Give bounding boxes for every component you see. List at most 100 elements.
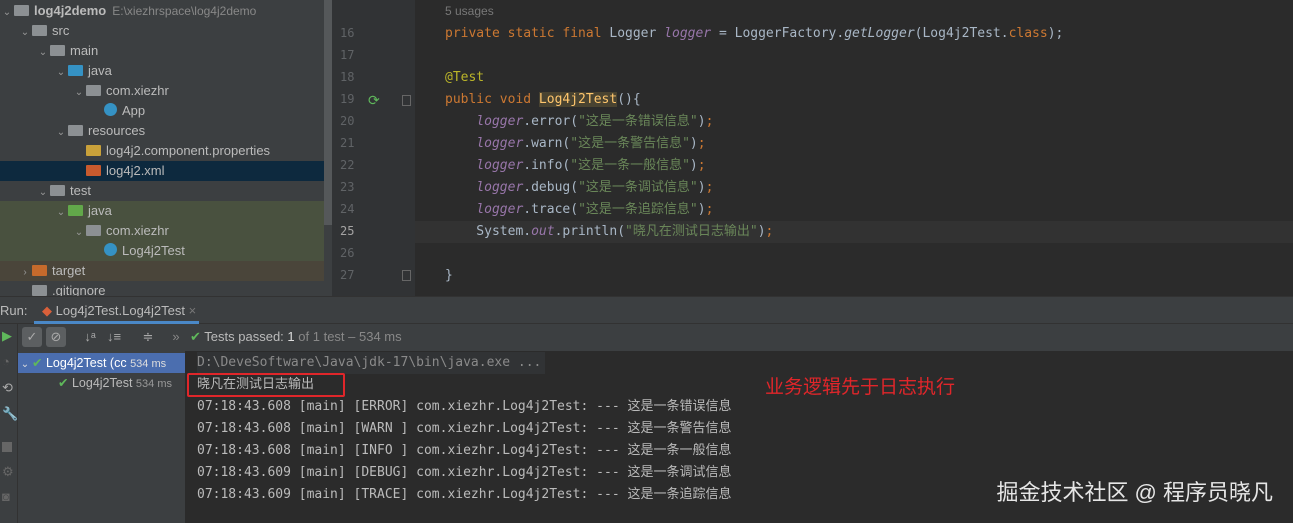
- rerun-failed-icon[interactable]: ◔: [2, 354, 10, 369]
- code-line[interactable]: }: [445, 265, 453, 287]
- line-number: 20: [340, 114, 355, 128]
- fold-icon[interactable]: [402, 95, 411, 106]
- chevron-down-icon[interactable]: ⌄: [18, 23, 32, 43]
- tree-item-label: App: [122, 103, 146, 118]
- show-ignored-icon[interactable]: ⊘: [46, 327, 66, 347]
- status-prefix: Tests passed:: [204, 329, 284, 344]
- code-token: ): [697, 202, 706, 217]
- close-icon[interactable]: ×: [189, 303, 197, 318]
- expand-all-icon[interactable]: ≑: [138, 327, 158, 347]
- test-folder-icon: [68, 205, 83, 216]
- code-line[interactable]: logger.error("这是一条错误信息");: [445, 111, 713, 133]
- fold-icon[interactable]: [402, 270, 411, 281]
- java-class-icon: [104, 103, 117, 116]
- tree-item[interactable]: › target: [0, 261, 324, 281]
- project-path: E:\xiezhrspace\log4j2demo: [112, 4, 257, 18]
- test-case-row[interactable]: ✔ Log4j2Test 534 ms: [18, 373, 185, 393]
- code-line[interactable]: public void Log4j2Test(){: [445, 89, 641, 111]
- code-line[interactable]: logger.trace("这是一条追踪信息");: [445, 199, 713, 221]
- tree-item[interactable]: ⌄ test: [0, 181, 324, 201]
- usages-hint[interactable]: 5 usages: [445, 4, 494, 18]
- code-editor[interactable]: 5 usages private static final Logger log…: [415, 0, 1293, 296]
- tree-root[interactable]: ⌄ log4j2demo E:\xiezhrspace\log4j2demo: [0, 1, 324, 21]
- chevron-down-icon[interactable]: ⌄: [72, 223, 86, 243]
- tree-item[interactable]: ⌄ com.xiezhr: [0, 81, 324, 101]
- run-tab[interactable]: ◆ Log4j2Test.Log4j2Test ×: [34, 297, 199, 324]
- tree-item[interactable]: ⌄ java: [0, 61, 324, 81]
- code-line[interactable]: logger.debug("这是一条调试信息");: [445, 177, 713, 199]
- tree-item-label: log4j2.component.properties: [106, 143, 271, 158]
- tree-item[interactable]: .gitignore: [0, 281, 324, 296]
- tree-item[interactable]: ⌄ src: [0, 21, 324, 41]
- watermark: 掘金技术社区 @ 程序员晓凡: [996, 480, 1273, 505]
- run-test-icon[interactable]: ⟳: [368, 92, 380, 109]
- tree-item-label: java: [88, 63, 112, 78]
- annotation-text: 业务逻辑先于日志执行: [765, 377, 956, 398]
- code-token: (){: [617, 92, 641, 107]
- tree-item-label: resources: [88, 123, 146, 138]
- tree-item[interactable]: Log4j2Test: [0, 241, 324, 261]
- code-line[interactable]: System.out.println("晓凡在测试日志输出");: [445, 221, 773, 243]
- package-icon: [86, 85, 101, 96]
- code-token: logger: [476, 136, 524, 151]
- show-passed-icon[interactable]: ✓: [22, 327, 42, 347]
- stop-icon[interactable]: [2, 442, 12, 452]
- test-suite-row[interactable]: ⌄ ✔ Log4j2Test (cc 534 ms: [18, 353, 185, 373]
- debug-icon[interactable]: ⚙: [2, 464, 14, 480]
- code-token: .warn(: [523, 136, 571, 151]
- chevron-down-icon[interactable]: ⌄: [54, 63, 68, 83]
- code-token: ;: [705, 180, 714, 195]
- folder-icon: [50, 185, 65, 196]
- chevron-down-icon[interactable]: ⌄: [54, 203, 68, 223]
- code-line[interactable]: logger.warn("这是一条警告信息");: [445, 133, 706, 155]
- code-line[interactable]: private static final Logger logger = Log…: [445, 23, 1063, 45]
- code-token: .info(: [523, 158, 571, 173]
- log-line: 07:18:43.609 [main] [TRACE] com.xiezhr.L…: [197, 487, 732, 502]
- tree-item[interactable]: ⌄ resources: [0, 121, 324, 141]
- code-token: Logger: [609, 26, 665, 41]
- chevron-down-icon[interactable]: ⌄: [0, 3, 14, 23]
- log-line: 07:18:43.609 [main] [DEBUG] com.xiezhr.L…: [197, 465, 732, 480]
- code-token: public void: [445, 92, 539, 107]
- chevron-down-icon[interactable]: ⌄: [36, 43, 50, 63]
- code-token: getLogger: [844, 26, 915, 41]
- code-token: ): [689, 136, 698, 151]
- tree-item-label: test: [70, 183, 91, 198]
- module-icon: [14, 5, 29, 16]
- tree-item[interactable]: ⌄ main: [0, 41, 324, 61]
- tree-item[interactable]: log4j2.xml: [0, 161, 324, 181]
- line-number: 25: [340, 224, 355, 238]
- tree-item[interactable]: log4j2.component.properties: [0, 141, 324, 161]
- tree-item[interactable]: ⌄ java: [0, 201, 324, 221]
- toggle-auto-test-icon[interactable]: ⟲: [2, 380, 13, 396]
- chevron-down-icon[interactable]: ⌄: [36, 183, 50, 203]
- tree-item[interactable]: App: [0, 101, 324, 121]
- code-token: ;: [697, 136, 706, 151]
- tree-item-label: target: [52, 263, 86, 278]
- chevron-right-icon[interactable]: ›: [18, 263, 32, 283]
- check-icon: ✔: [190, 329, 201, 344]
- more-icon[interactable]: »: [166, 327, 186, 347]
- settings-wrench-icon[interactable]: 🔧: [2, 406, 18, 422]
- highlight-box: [187, 373, 345, 397]
- code-token: @Test: [445, 70, 485, 85]
- chevron-down-icon[interactable]: ⌄: [72, 83, 86, 103]
- log-line: 07:18:43.608 [main] [INFO ] com.xiezhr.L…: [197, 443, 732, 458]
- code-token: "这是一条追踪信息": [578, 202, 698, 217]
- tree-scrollbar[interactable]: [324, 0, 332, 225]
- project-name: log4j2demo: [34, 3, 107, 18]
- code-token: System.: [445, 224, 532, 239]
- sort-alpha-icon[interactable]: ↓ᵃ: [80, 327, 100, 347]
- tree-item[interactable]: ⌄ com.xiezhr: [0, 221, 324, 241]
- code-line[interactable]: @Test: [445, 67, 484, 89]
- code-token: .trace(: [523, 202, 579, 217]
- code-token: ): [697, 180, 706, 195]
- code-line[interactable]: logger.info("这是一条一般信息");: [445, 155, 705, 177]
- sort-duration-icon[interactable]: ↓≡: [104, 327, 124, 347]
- rerun-icon[interactable]: ▶: [2, 328, 12, 344]
- camera-icon[interactable]: ◙: [2, 489, 10, 504]
- console-command[interactable]: D:\DeveSoftware\Java\jdk-17\bin\java.exe…: [197, 352, 546, 374]
- chevron-down-icon[interactable]: ⌄: [54, 123, 68, 143]
